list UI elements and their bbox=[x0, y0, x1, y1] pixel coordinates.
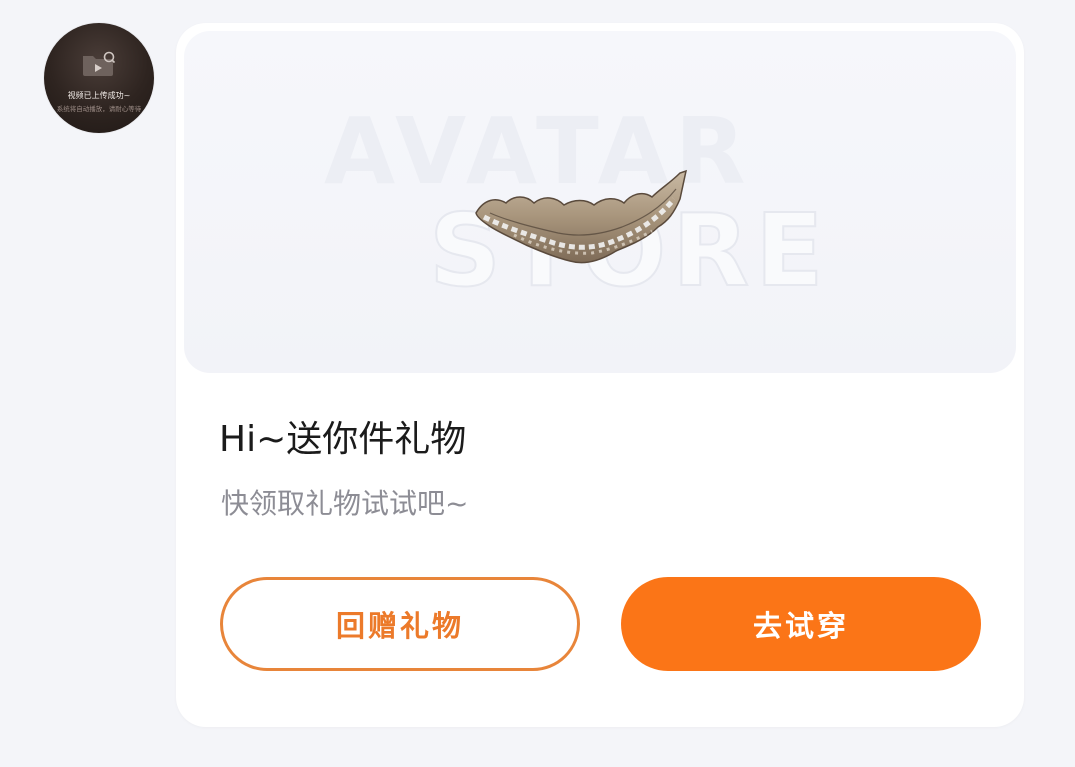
avatar[interactable]: 视频已上传成功~ 系统将自动播放，请耐心等待 bbox=[44, 23, 154, 133]
try-on-button[interactable]: 去试穿 bbox=[621, 577, 981, 671]
gift-title: Hi~送你件礼物 bbox=[219, 419, 467, 460]
return-gift-button[interactable]: 回赠礼物 bbox=[220, 577, 580, 671]
gift-card: AVATAR STORE Hi~送你件礼物 快领取礼物试试吧~ 回赠礼物 去试穿 bbox=[176, 23, 1024, 727]
gift-subtitle: 快领取礼物试试吧~ bbox=[221, 487, 469, 520]
gift-preview: AVATAR STORE bbox=[184, 31, 1016, 373]
upload-status-text: 视频已上传成功~ bbox=[67, 91, 131, 100]
grillz-accessory-image bbox=[475, 169, 688, 264]
video-folder-icon bbox=[83, 51, 115, 76]
upload-hint-text: 系统将自动播放，请耐心等待 bbox=[56, 105, 142, 113]
